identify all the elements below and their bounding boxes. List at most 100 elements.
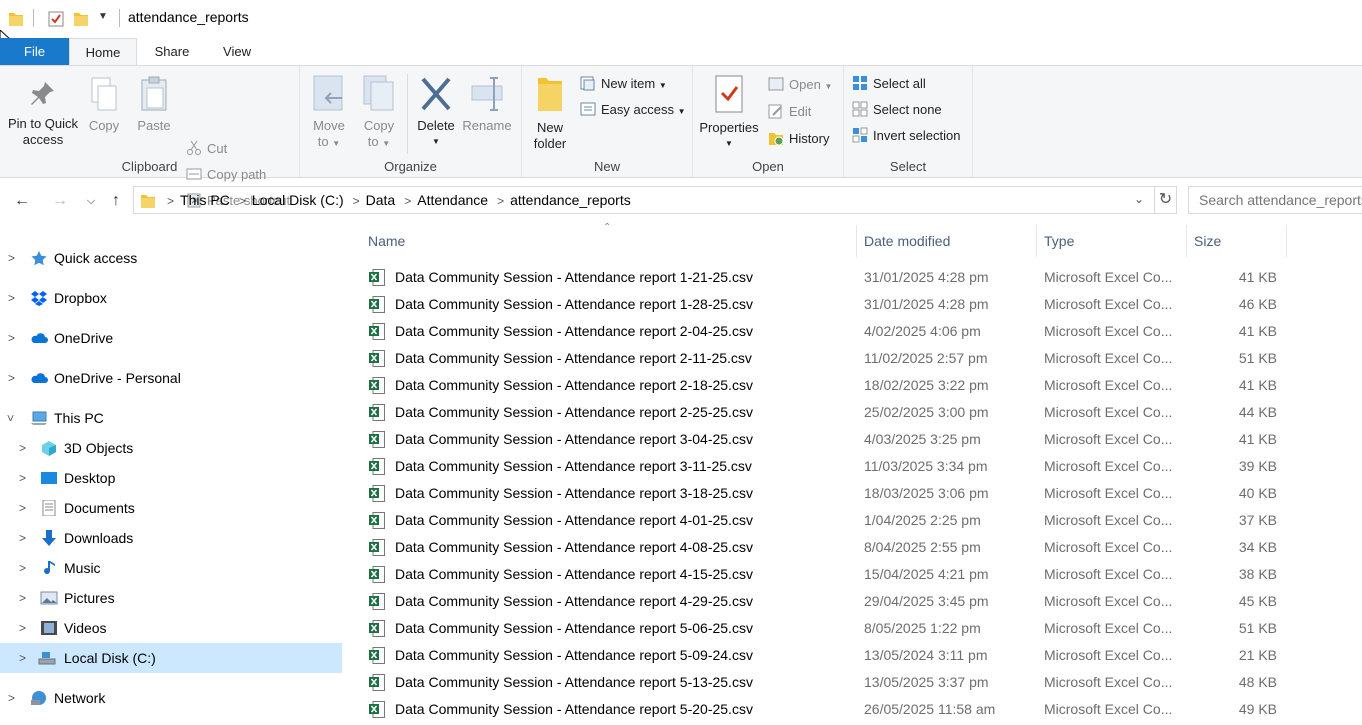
address-dropdown-icon[interactable]: ⌄ xyxy=(1134,192,1144,206)
up-button[interactable]: ↑ xyxy=(105,190,127,212)
quick-access-dropdown-icon[interactable]: ▼ xyxy=(98,11,108,22)
file-row[interactable]: Data Community Session - Attendance repo… xyxy=(367,669,1287,696)
cut-button[interactable]: Cut xyxy=(186,138,227,160)
expand-chevron-icon[interactable]: > xyxy=(19,433,26,463)
properties-checkmark-icon[interactable] xyxy=(47,10,65,28)
back-button[interactable]: ← xyxy=(11,190,33,212)
column-header-name[interactable]: Name xyxy=(368,225,857,257)
expand-chevron-icon[interactable]: > xyxy=(8,323,15,353)
excel-csv-icon xyxy=(369,647,385,664)
nav-item-local-disk[interactable]: > Local Disk (C:) xyxy=(0,643,342,673)
expand-chevron-icon[interactable]: > xyxy=(19,643,26,673)
expand-chevron-icon[interactable]: > xyxy=(8,363,15,393)
nav-item-pictures[interactable]: > Pictures xyxy=(0,583,342,613)
crumb-this-pc[interactable]: This PC xyxy=(180,192,230,208)
file-row[interactable]: Data Community Session - Attendance repo… xyxy=(367,696,1287,723)
column-header-date-modified[interactable]: Date modified xyxy=(864,225,1037,257)
open-button[interactable]: Open ▼ xyxy=(768,74,832,96)
file-row[interactable]: Data Community Session - Attendance repo… xyxy=(367,264,1287,291)
nav-item-documents[interactable]: > Documents xyxy=(0,493,342,523)
nav-item-this-pc[interactable]: > This PC xyxy=(0,403,342,433)
file-row[interactable]: Data Community Session - Attendance repo… xyxy=(367,480,1287,507)
nav-item-dropbox[interactable]: > Dropbox xyxy=(0,283,342,313)
forward-button[interactable]: → xyxy=(49,190,71,212)
easy-access-button[interactable]: Easy access ▼ xyxy=(580,99,686,121)
nav-item-3d-objects[interactable]: > 3D Objects xyxy=(0,433,342,463)
invert-selection-button[interactable]: Invert selection xyxy=(852,125,960,147)
tab-file[interactable]: File xyxy=(0,38,69,65)
nav-item-music[interactable]: > Music xyxy=(0,553,342,583)
file-row[interactable]: Data Community Session - Attendance repo… xyxy=(367,642,1287,669)
tab-view[interactable]: View xyxy=(207,38,267,65)
collapse-chevron-icon[interactable]: > xyxy=(0,414,26,421)
expand-chevron-icon[interactable]: > xyxy=(19,553,26,583)
search-input[interactable] xyxy=(1189,187,1362,213)
crumb-data[interactable]: Data xyxy=(366,192,396,208)
delete-button[interactable]: Delete ▼ xyxy=(414,74,458,150)
file-row[interactable]: Data Community Session - Attendance repo… xyxy=(367,453,1287,480)
nav-label: 3D Objects xyxy=(64,440,134,456)
nav-item-onedrive-personal[interactable]: > OneDrive - Personal xyxy=(0,363,342,393)
file-row[interactable]: Data Community Session - Attendance repo… xyxy=(367,534,1287,561)
file-size: 51 KB xyxy=(1238,620,1277,636)
file-row[interactable]: Data Community Session - Attendance repo… xyxy=(367,426,1287,453)
history-button[interactable]: History xyxy=(768,128,829,150)
expand-chevron-icon[interactable]: > xyxy=(8,683,15,713)
file-date-modified: 18/03/2025 3:06 pm xyxy=(864,485,989,501)
crumb-local-disk[interactable]: Local Disk (C:) xyxy=(252,192,344,208)
file-row[interactable]: Data Community Session - Attendance repo… xyxy=(367,372,1287,399)
nav-item-onedrive[interactable]: > OneDrive xyxy=(0,323,342,353)
nav-item-quick-access[interactable]: > Quick access xyxy=(0,243,342,273)
nav-item-videos[interactable]: > Videos xyxy=(0,613,342,643)
nav-item-desktop[interactable]: > Desktop xyxy=(0,463,342,493)
crumb-attendance[interactable]: Attendance xyxy=(417,192,488,208)
column-header-type[interactable]: Type xyxy=(1044,225,1187,257)
pin-to-quick-access-button[interactable]: Pin to Quick access xyxy=(4,78,82,148)
edit-button[interactable]: Edit xyxy=(768,101,811,123)
expand-chevron-icon[interactable]: > xyxy=(19,583,26,613)
select-none-button[interactable]: Select none xyxy=(852,99,942,121)
copy-button[interactable]: Copy xyxy=(84,76,124,134)
recent-locations-dropdown[interactable]: ⌵ xyxy=(80,190,102,212)
expand-chevron-icon[interactable]: > xyxy=(19,523,26,553)
address-bar[interactable]: > This PC > Local Disk (C:) > Data > Attendance… xyxy=(133,186,1177,214)
new-folder-icon[interactable] xyxy=(73,10,89,28)
file-row[interactable]: Data Community Session - Attendance repo… xyxy=(367,291,1287,318)
search-box[interactable] xyxy=(1188,186,1362,214)
file-row[interactable]: Data Community Session - Attendance repo… xyxy=(367,588,1287,615)
nav-item-downloads[interactable]: > Downloads xyxy=(0,523,342,553)
expand-chevron-icon[interactable]: > xyxy=(8,243,15,273)
new-folder-button[interactable]: New folder xyxy=(530,74,570,152)
file-row[interactable]: Data Community Session - Attendance repo… xyxy=(367,399,1287,426)
column-header-size[interactable]: Size xyxy=(1194,225,1287,257)
expand-chevron-icon[interactable]: > xyxy=(8,283,15,313)
new-item-button[interactable]: New item ▼ xyxy=(580,73,667,95)
select-all-button[interactable]: Select all xyxy=(852,73,926,95)
file-row[interactable]: Data Community Session - Attendance repo… xyxy=(367,318,1287,345)
file-row[interactable]: Data Community Session - Attendance repo… xyxy=(367,561,1287,588)
tab-share[interactable]: Share xyxy=(142,38,202,65)
expand-chevron-icon[interactable]: > xyxy=(19,493,26,523)
paste-label: Paste xyxy=(137,118,171,133)
new-item-label: New item xyxy=(601,76,656,91)
file-row[interactable]: Data Community Session - Attendance repo… xyxy=(367,507,1287,534)
nav-label: OneDrive xyxy=(54,330,114,346)
nav-item-network[interactable]: > Network xyxy=(0,683,342,713)
rename-button[interactable]: Rename xyxy=(462,74,512,134)
crumb-attendance-reports[interactable]: attendance_reports xyxy=(510,192,631,208)
refresh-icon[interactable]: ↻ xyxy=(1154,187,1176,213)
copy-to-button[interactable]: Copy to ▼ xyxy=(358,74,400,152)
file-type: Microsoft Excel Co... xyxy=(1044,512,1173,528)
expand-chevron-icon[interactable]: > xyxy=(19,463,26,493)
expand-chevron-icon[interactable]: > xyxy=(19,613,26,643)
move-to-button[interactable]: Move to ▼ xyxy=(308,74,350,152)
properties-button[interactable]: Properties ▼ xyxy=(697,74,761,152)
hard-drive-icon xyxy=(38,652,56,665)
file-row[interactable]: Data Community Session - Attendance repo… xyxy=(367,615,1287,642)
copy-to-dropdown-icon: ▼ xyxy=(382,139,391,148)
file-list: ⌃ Name Date modified Type Size Data Comm… xyxy=(345,222,1362,725)
copy-to-icon xyxy=(363,75,394,111)
paste-button[interactable]: Paste xyxy=(132,76,176,134)
tab-home[interactable]: Home xyxy=(69,38,137,65)
file-row[interactable]: Data Community Session - Attendance repo… xyxy=(367,345,1287,372)
